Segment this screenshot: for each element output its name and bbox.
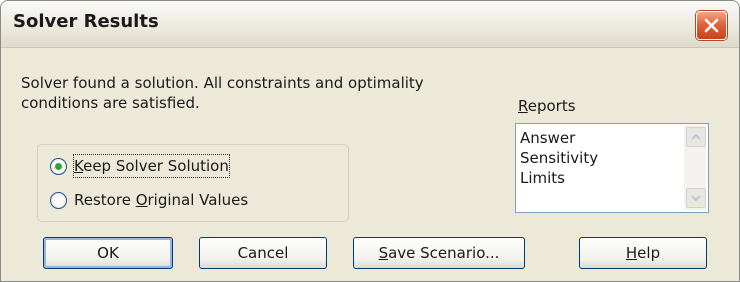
reports-scrollbar[interactable] [684,125,706,210]
solver-results-dialog: Solver Results Solver found a solution. … [0,0,740,282]
save-mnemonic: S [378,244,389,262]
keep-solution-label[interactable]: Keep Solver Solution [73,154,230,178]
solution-options-group: Keep Solver Solution Restore Original Va… [37,144,349,222]
restore-mnemonic: O [135,191,148,209]
keep-solver-solution-option[interactable]: Keep Solver Solution [50,154,340,178]
restore-original-values-option[interactable]: Restore Original Values [50,189,340,211]
result-message-line-2: conditions are satisfied. [21,94,200,112]
close-icon [704,18,719,33]
report-item-sensitivity[interactable]: Sensitivity [520,148,680,168]
result-message-line-1: Solver found a solution. All constraints… [21,74,424,92]
scroll-up-icon [691,133,701,140]
close-button[interactable] [696,11,727,40]
save-label-rest: ave Scenario... [388,244,500,262]
result-message: Solver found a solution. All constraints… [21,73,491,113]
cancel-button[interactable]: Cancel [199,237,327,269]
scroll-down-icon [691,195,701,202]
keep-solution-radio[interactable] [50,158,67,175]
report-item-answer[interactable]: Answer [520,128,680,148]
restore-values-label[interactable]: Restore Original Values [74,189,248,211]
scroll-down-button[interactable] [686,188,706,208]
restore-label-pre: Restore [74,191,136,209]
help-button[interactable]: Help [579,237,707,269]
keep-label-rest: eep Solver Solution [83,157,229,175]
report-item-limits[interactable]: Limits [520,168,680,188]
radio-selected-dot [55,163,62,170]
reports-label-mnemonic: R [518,97,528,115]
scroll-up-button[interactable] [686,127,706,147]
save-scenario-button[interactable]: Save Scenario... [353,237,525,269]
reports-label-rest: eports [527,97,576,115]
dialog-title: Solver Results [13,11,159,32]
reports-label: Reports [518,97,576,115]
reports-listbox[interactable]: Answer Sensitivity Limits [515,123,709,213]
help-mnemonic: H [625,244,638,262]
restore-values-radio[interactable] [50,192,67,209]
keep-mnemonic: K [74,157,84,175]
title-bar[interactable]: Solver Results [1,1,739,48]
ok-button[interactable]: OK [43,237,173,269]
restore-label-rest: riginal Values [147,191,249,209]
help-label-rest: elp [637,244,661,262]
